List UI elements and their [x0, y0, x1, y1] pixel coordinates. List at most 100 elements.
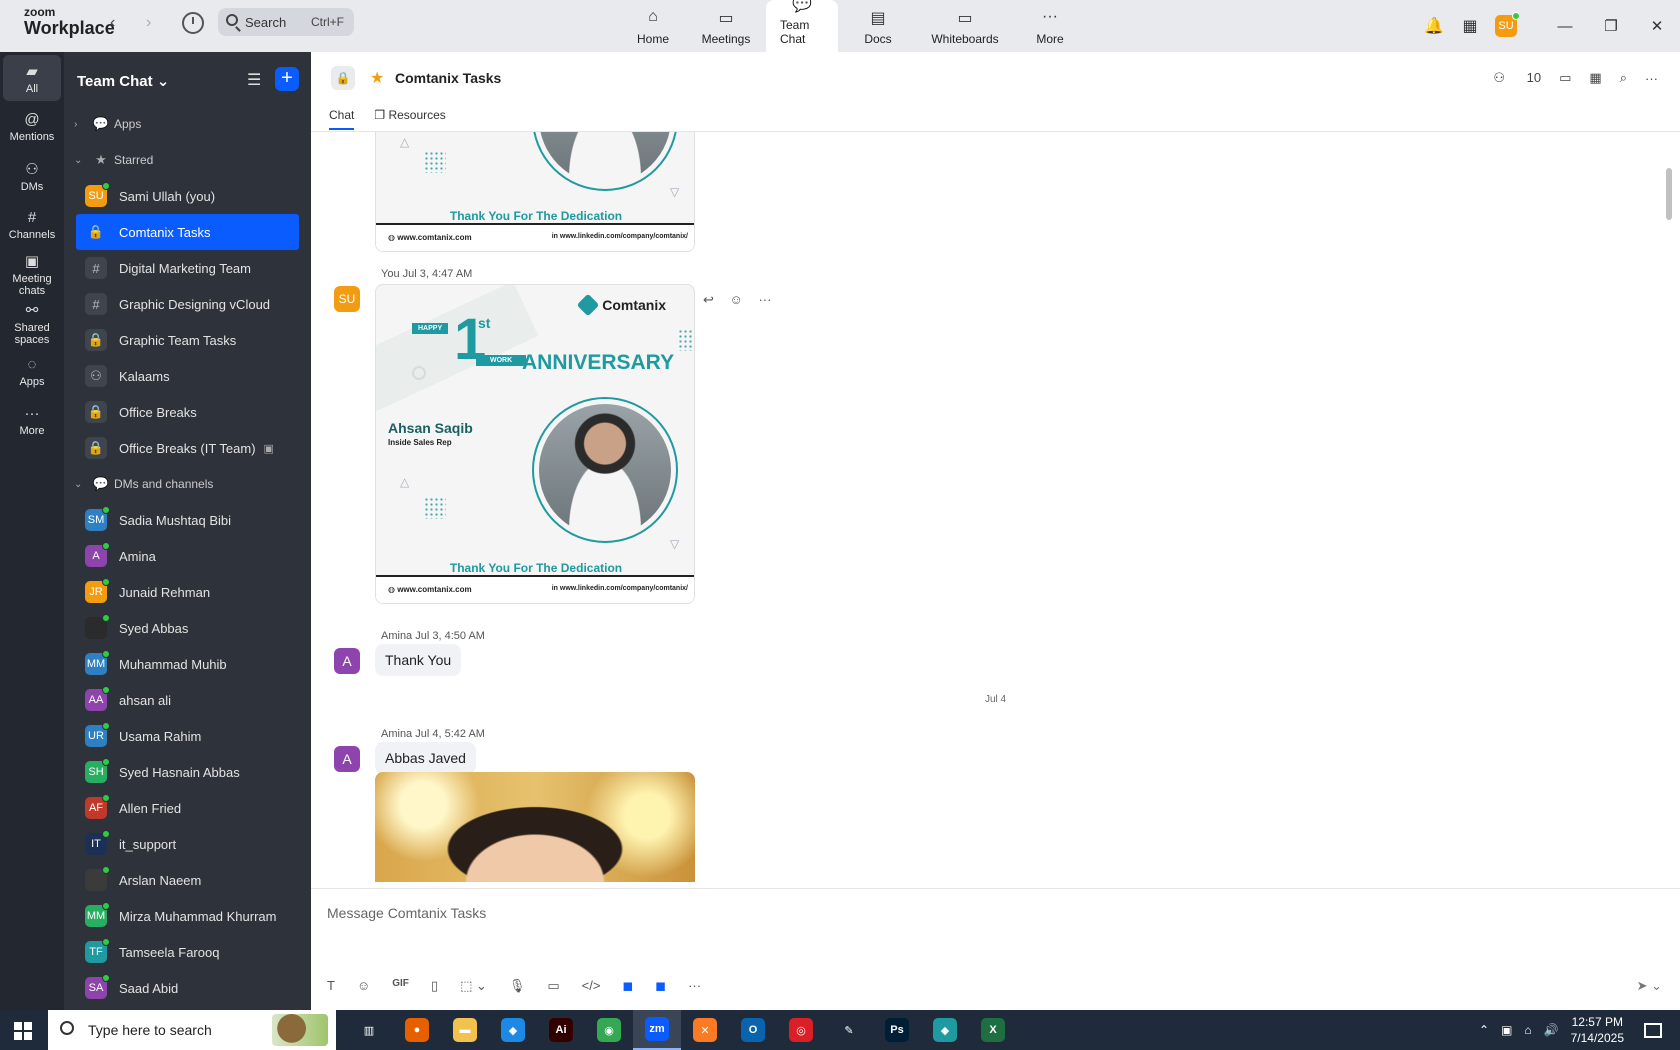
new-chat-button[interactable]: + — [275, 67, 299, 91]
calendar-icon[interactable]: ▦ — [1589, 70, 1601, 86]
taskbar-app-illustrator[interactable]: Ai — [537, 1010, 585, 1050]
search-box[interactable]: Search Ctrl+F — [218, 8, 354, 36]
dm-item[interactable]: IT it_support — [64, 826, 311, 862]
starred-item[interactable]: # Digital Marketing Team — [64, 250, 311, 286]
tab-team-chat[interactable]: 💬 Team Chat — [766, 0, 838, 52]
dm-item[interactable]: Arslan Naeem — [64, 862, 311, 898]
taskbar-app-firefox[interactable]: ● — [393, 1010, 441, 1050]
code-icon[interactable]: </> — [582, 978, 601, 994]
taskbar-app-gem-app[interactable]: ◆ — [921, 1010, 969, 1050]
starred-item[interactable]: 🔒 Office Breaks (IT Team) ▣ — [64, 430, 311, 466]
dm-item[interactable]: TF Tamseela Farooq — [64, 934, 311, 970]
volume-icon[interactable]: 🔊 — [1544, 1023, 1559, 1037]
section-starred[interactable]: ⌄ ★ Starred — [64, 142, 311, 178]
starred-item[interactable]: 🔒 Graphic Team Tasks — [64, 322, 311, 358]
emoji-reaction-icon[interactable]: ☺ — [730, 292, 743, 307]
profile-avatar[interactable]: SU — [1488, 12, 1524, 37]
taskbar-app-zoom[interactable]: zm — [633, 1010, 681, 1050]
tab-home[interactable]: ⌂ Home — [620, 0, 686, 52]
starred-item[interactable]: 🔒 Comtanix Tasks — [76, 214, 299, 250]
send-button[interactable]: ➤ ⌄ — [1637, 978, 1662, 994]
rail-meeting-chats[interactable]: ▣ Meeting chats — [3, 251, 61, 297]
dm-item[interactable]: SA Saad Abid — [64, 970, 311, 1006]
taskbar-app-creative-cloud[interactable]: ◎ — [777, 1010, 825, 1050]
history-icon[interactable] — [182, 12, 204, 34]
more-dots-icon[interactable]: ··· — [1645, 71, 1658, 86]
dm-item[interactable]: MM Muhammad Muhib — [64, 646, 311, 682]
section-dms[interactable]: ⌄ 💬 DMs and channels — [64, 466, 311, 502]
avatar[interactable]: SU — [334, 286, 360, 312]
section-apps[interactable]: › 💬 Apps — [64, 106, 311, 142]
clock[interactable]: 12:57 PM 7/14/2025 — [1571, 1014, 1624, 1046]
message-input[interactable]: Message Comtanix Tasks — [327, 905, 486, 921]
windows-start-icon[interactable] — [14, 1022, 32, 1040]
file-icon[interactable]: ▯ — [431, 978, 438, 994]
taskbar-app-vscode[interactable]: ◆ — [489, 1010, 537, 1050]
scrollbar[interactable] — [1666, 168, 1672, 220]
tab-meetings[interactable]: ▭ Meetings — [686, 0, 766, 52]
dm-item[interactable]: MM Mirza Muhammad Khurram — [64, 898, 311, 934]
reply-icon[interactable]: ↩ — [703, 292, 714, 307]
tray-app-icon[interactable]: ▣ — [1501, 1023, 1512, 1037]
star-icon[interactable]: ★ — [370, 68, 384, 88]
maximize-icon[interactable]: ❐ — [1588, 17, 1634, 35]
taskbar-app-chrome[interactable]: ◉ — [585, 1010, 633, 1050]
rail-dms[interactable]: ⚇ DMs — [3, 153, 61, 199]
anniversary-card[interactable]: Comtanix HAPPY 1 st WORK ANNIVERSARY Ahs… — [375, 284, 695, 604]
filter-icon[interactable]: ☰ — [247, 70, 261, 90]
message-composer[interactable]: Message Comtanix Tasks T ☺ GIF ▯ ⬚ ⌄ 🎙 ▭… — [311, 888, 1680, 1010]
dm-item[interactable]: Syed Abbas — [64, 610, 311, 646]
network-icon[interactable]: ⌂ — [1524, 1023, 1531, 1037]
starred-item[interactable]: # Graphic Designing vCloud — [64, 286, 311, 322]
rail-more[interactable]: ··· More — [3, 398, 61, 444]
more-dots-icon[interactable]: ··· — [758, 292, 771, 307]
taskbar-app-file-explorer[interactable]: ▬ — [441, 1010, 489, 1050]
shared-photo[interactable] — [375, 772, 695, 882]
search-icon[interactable]: ⌕ — [1620, 70, 1627, 86]
taskbar-app-excel[interactable]: X — [969, 1010, 1017, 1050]
rail-shared-spaces[interactable]: ⚯ Shared spaces — [3, 300, 61, 346]
minimize-icon[interactable]: — — [1542, 18, 1588, 35]
tab-docs[interactable]: ▤ Docs — [838, 0, 918, 52]
dm-item[interactable]: SH Syed Hasnain Abbas — [64, 754, 311, 790]
tab-more[interactable]: ··· More — [1012, 0, 1088, 52]
screenshot-icon[interactable]: ⬚ ⌄ — [460, 978, 487, 994]
dm-item[interactable]: JR Junaid Rehman — [64, 574, 311, 610]
avatar[interactable]: A — [334, 648, 360, 674]
rail-mentions[interactable]: @ Mentions — [3, 104, 61, 150]
rail-apps[interactable]: ◌ Apps — [3, 349, 61, 395]
app-icon-blue[interactable]: ◼ — [622, 978, 633, 994]
anniversary-card-previous[interactable]: △ ▽ Thank You For The Dedication ◍ www.c… — [375, 132, 695, 252]
chevron-up-icon[interactable]: ⌃ — [1479, 1023, 1489, 1037]
taskbar-app-xampp[interactable]: ✕ — [681, 1010, 729, 1050]
taskbar-app-photoshop[interactable]: Ps — [873, 1010, 921, 1050]
microphone-icon[interactable]: 🎙 — [509, 978, 526, 994]
more-dots-icon[interactable]: ··· — [688, 978, 701, 994]
dm-item[interactable]: AA ahsan ali — [64, 682, 311, 718]
dm-item[interactable]: SM Sadia Mushtaq Bibi — [64, 502, 311, 538]
rail-channels[interactable]: # Channels — [3, 202, 61, 248]
tab-whiteboards[interactable]: ▭ Whiteboards — [918, 0, 1012, 52]
taskbar-search[interactable]: Type here to search — [48, 1010, 336, 1050]
calendar-icon[interactable]: ▦ — [1452, 16, 1488, 36]
forward-arrow-icon[interactable]: › — [146, 14, 151, 32]
rail-all[interactable]: ▰ All — [3, 55, 61, 101]
starred-item[interactable]: ⚇ Kalaams — [64, 358, 311, 394]
gif-button[interactable]: GIF — [392, 978, 409, 994]
starred-item[interactable]: 🔒 Office Breaks — [64, 394, 311, 430]
close-icon[interactable]: ✕ — [1634, 17, 1680, 35]
notification-icon[interactable] — [1644, 1022, 1662, 1038]
dm-item[interactable]: UR Usama Rahim — [64, 718, 311, 754]
starred-item[interactable]: SU Sami Ullah (you) — [64, 178, 311, 214]
avatar[interactable]: A — [334, 746, 360, 772]
taskbar-app-pen-tool[interactable]: ✎ — [825, 1010, 873, 1050]
app-icon-chat[interactable]: ◼ — [655, 978, 666, 994]
tab-chat[interactable]: Chat — [329, 108, 355, 130]
bell-icon[interactable]: 🔔 — [1416, 16, 1452, 36]
taskbar-app-task-view[interactable]: ▥ — [345, 1010, 393, 1050]
text-format-icon[interactable]: T — [327, 978, 335, 994]
dm-item[interactable]: A Amina — [64, 538, 311, 574]
video-message-icon[interactable]: ▭ — [547, 978, 559, 994]
channel-title[interactable]: Comtanix Tasks — [395, 70, 501, 86]
members-button[interactable]: ⚇ 10 — [1475, 70, 1541, 86]
